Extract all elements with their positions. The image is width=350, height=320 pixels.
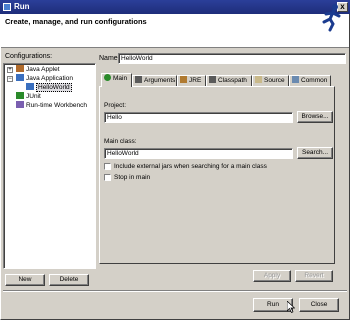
window-title: Run: [14, 2, 30, 11]
java-app-icon: [16, 74, 24, 81]
tree-item-label: Java Application: [26, 75, 73, 82]
apply-button[interactable]: Apply: [253, 270, 291, 282]
footer-separator: [3, 290, 347, 292]
tab-main[interactable]: Main: [101, 73, 132, 87]
configurations-label: Configurations:: [5, 53, 53, 60]
tree-item-java-application[interactable]: Java Application: [16, 74, 73, 83]
collapse-twisty[interactable]: −: [7, 76, 13, 82]
tab-label: Arguments: [144, 77, 176, 84]
java-class-icon: [26, 83, 34, 90]
tab-label: Main: [113, 75, 128, 82]
source-icon: [255, 76, 262, 83]
name-label: Name:: [99, 55, 120, 62]
applet-icon: [16, 65, 24, 72]
workbench-icon: [16, 101, 24, 108]
tree-item-helloworld[interactable]: HelloWorld: [26, 83, 72, 92]
project-field[interactable]: Hello: [104, 112, 293, 123]
include-external-jars-checkbox[interactable]: [104, 163, 111, 170]
close-button[interactable]: Close: [299, 298, 339, 312]
running-man-icon: [322, 4, 341, 32]
stop-in-main-label: Stop in main: [114, 174, 151, 181]
classpath-icon: [209, 76, 216, 83]
tab-label: Source: [264, 77, 285, 84]
delete-button[interactable]: Delete: [49, 274, 89, 286]
revert-button[interactable]: Revert: [295, 270, 333, 282]
search-button[interactable]: Search...: [297, 147, 333, 159]
new-button[interactable]: New: [5, 274, 45, 286]
run-window-icon: [3, 3, 11, 11]
mouse-pointer-icon: [287, 301, 295, 313]
tree-item-runtime-workbench[interactable]: Run-time Workbench: [16, 101, 87, 110]
project-label: Project:: [104, 102, 127, 109]
tab-label: Classpath: [218, 77, 247, 84]
main-class-field[interactable]: HelloWorld: [104, 148, 293, 159]
jre-icon: [180, 76, 187, 83]
include-external-jars-label: Include external jars when searching for…: [114, 163, 267, 170]
title-bar: Run x: [0, 0, 350, 14]
header-title: Create, manage, and run configurations: [5, 17, 147, 26]
name-field[interactable]: HelloWorld: [118, 53, 346, 64]
tree-item-label: Java Applet: [26, 66, 60, 73]
tree-item-label: Run-time Workbench: [26, 102, 87, 109]
expand-twisty[interactable]: +: [7, 67, 13, 73]
arguments-icon: [135, 76, 142, 83]
main-class-label: Main class:: [104, 138, 137, 145]
tree-item-junit[interactable]: JUnit: [16, 92, 41, 101]
configurations-tree[interactable]: + Java Applet − Java Application HelloWo…: [3, 63, 96, 269]
tab-label: Common: [301, 77, 328, 84]
tree-item-java-applet[interactable]: Java Applet: [16, 65, 60, 74]
main-tab-icon: [104, 74, 111, 81]
junit-icon: [16, 92, 24, 99]
tree-item-label: HelloWorld: [36, 83, 72, 92]
common-icon: [292, 76, 299, 83]
stop-in-main-checkbox[interactable]: [104, 174, 111, 181]
tab-label: JRE: [189, 77, 202, 84]
tree-item-label: JUnit: [26, 93, 41, 100]
browse-button[interactable]: Browse...: [297, 111, 333, 123]
